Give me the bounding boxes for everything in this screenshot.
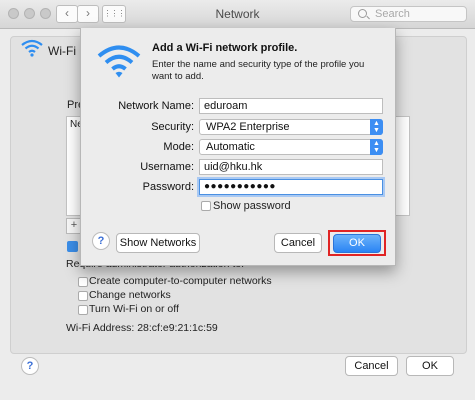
turn-wifi-checkbox[interactable] <box>78 305 88 315</box>
computer-to-computer-checkbox[interactable] <box>78 277 88 287</box>
wifi-address-label: Wi-Fi Address: <box>66 322 135 334</box>
chevron-updown-icon: ▲ ▼ <box>370 119 383 135</box>
wifi-icon <box>97 45 141 78</box>
password-label: Password: <box>142 181 194 193</box>
dialog-title: Add a Wi-Fi network profile. <box>152 42 298 54</box>
network-name-field[interactable]: eduroam <box>199 98 383 114</box>
change-networks-checkbox[interactable] <box>78 291 88 301</box>
title-bar: ‹ › ⋮⋮⋮ Network Search <box>0 0 475 29</box>
help-icon[interactable]: ? <box>21 357 39 375</box>
cancel-button[interactable]: Cancel <box>345 356 398 376</box>
ok-button[interactable]: OK <box>406 356 454 376</box>
change-networks-label: Change networks <box>89 289 171 301</box>
mode-label: Mode: <box>163 141 194 153</box>
security-value: WPA2 Enterprise <box>206 121 290 133</box>
remember-networks-checkbox[interactable] <box>67 241 78 252</box>
wifi-address-value: 28:cf:e9:21:1c:59 <box>137 322 218 334</box>
mode-value: Automatic <box>206 141 255 153</box>
wifi-address: Wi-Fi Address: 28:cf:e9:21:1c:59 <box>66 322 218 334</box>
search-field[interactable]: Search <box>350 6 467 22</box>
mode-select[interactable]: Automatic ▲ ▼ <box>199 139 383 155</box>
show-networks-button[interactable]: Show Networks <box>116 233 200 253</box>
chevron-updown-icon: ▲ ▼ <box>370 139 383 155</box>
password-field[interactable]: ●●●●●●●●●●● <box>199 179 383 195</box>
network-name-label: Network Name: <box>118 100 194 112</box>
username-field[interactable]: uid@hku.hk <box>199 159 383 175</box>
dialog-ok-button[interactable]: OK <box>333 234 381 253</box>
search-placeholder: Search <box>375 8 410 20</box>
show-password-label: Show password <box>213 200 291 212</box>
search-icon <box>358 9 367 18</box>
computer-to-computer-label: Create computer-to-computer networks <box>89 275 272 287</box>
security-label: Security: <box>151 121 194 133</box>
turn-wifi-label: Turn Wi-Fi on or off <box>89 303 179 315</box>
username-label: Username: <box>140 161 194 173</box>
dialog-cancel-button[interactable]: Cancel <box>274 233 322 253</box>
dialog-help-icon[interactable]: ? <box>92 232 110 250</box>
wifi-icon <box>21 39 43 57</box>
wifi-sidebar-label[interactable]: Wi-Fi <box>48 44 76 58</box>
dialog-description: Enter the name and security type of the … <box>152 59 365 82</box>
show-password-checkbox[interactable] <box>201 201 211 211</box>
security-select[interactable]: WPA2 Enterprise ▲ ▼ <box>199 119 383 135</box>
